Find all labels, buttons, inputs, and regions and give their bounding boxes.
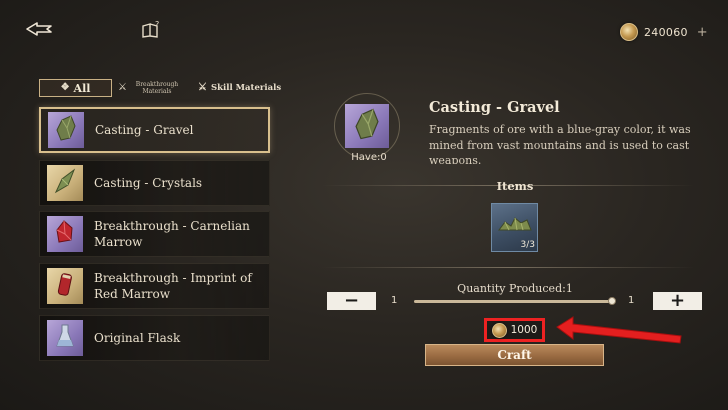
list-item-imprint-red-marrow[interactable]: Breakthrough - Imprint of Red Marrow	[39, 263, 270, 309]
decrease-quantity-button[interactable]: −	[327, 292, 376, 310]
list-item-label: Casting - Gravel	[95, 123, 194, 137]
diamond-icon: ❖	[60, 82, 70, 93]
tab-skill-label: Skill Materials	[210, 83, 282, 93]
item-thumbnail	[47, 320, 83, 356]
svg-text:?: ?	[155, 20, 159, 29]
item-thumbnail	[48, 112, 84, 148]
back-button[interactable]	[22, 20, 56, 42]
detail-title: Casting - Gravel	[429, 99, 560, 116]
divider	[322, 267, 694, 268]
tab-skill-materials[interactable]: ⚔ Skill Materials	[198, 79, 281, 97]
detail-description: Fragments of ore with a blue-gray color,…	[429, 123, 691, 164]
tab-all-label: All	[73, 81, 91, 95]
detail-thumbnail	[345, 104, 389, 148]
list-item-casting-crystals[interactable]: Casting - Crystals	[39, 160, 270, 206]
crystal-icon	[52, 167, 78, 199]
red-marrow-icon	[52, 270, 78, 302]
quantity-slider[interactable]	[414, 300, 612, 303]
quantity-max: 1	[628, 295, 635, 306]
tab-breakthrough-label: Breakthrough Materials	[135, 81, 179, 95]
item-thumbnail	[47, 165, 83, 201]
quantity-produced-label: Quantity Produced:1	[457, 282, 573, 295]
increase-quantity-button[interactable]: +	[653, 292, 702, 310]
crossed-swords-icon: ⚔	[198, 82, 207, 93]
tab-all[interactable]: ❖ All	[39, 79, 112, 97]
craft-cost-amount: 1000	[510, 324, 538, 336]
list-item-casting-gravel[interactable]: Casting - Gravel	[39, 107, 270, 153]
currency-amount: 240060	[644, 25, 688, 39]
detail-thumbnail-frame	[334, 93, 400, 159]
material-count: 3/3	[520, 240, 535, 250]
coin-icon	[491, 322, 507, 338]
gravel-icon	[53, 114, 79, 146]
craft-button-label: Craft	[497, 348, 532, 362]
crossed-swords-icon: ⚔	[118, 82, 127, 93]
help-button[interactable]: ?	[138, 20, 164, 44]
quantity-min: 1	[391, 295, 398, 306]
tab-breakthrough-materials[interactable]: ⚔ Breakthrough Materials	[118, 79, 192, 97]
annotation-arrow	[553, 314, 685, 350]
carnelian-icon	[52, 218, 78, 250]
owned-count: Have:0	[351, 152, 387, 163]
coin-icon	[620, 23, 638, 41]
list-item-original-flask[interactable]: Original Flask	[39, 315, 270, 361]
item-thumbnail	[47, 216, 83, 252]
item-thumbnail	[47, 268, 83, 304]
plus-icon: +	[669, 290, 686, 311]
list-item-carnelian-marrow[interactable]: Breakthrough - Carnelian Marrow	[39, 211, 270, 257]
flask-icon	[52, 322, 78, 354]
list-item-label: Breakthrough - Carnelian Marrow	[94, 219, 250, 249]
craft-cost: 1000	[484, 318, 545, 342]
list-item-label: Breakthrough - Imprint of Red Marrow	[94, 271, 252, 301]
gravel-pile-icon	[495, 204, 535, 240]
quantity-slider-handle[interactable]	[608, 297, 616, 305]
add-currency-button[interactable]: +	[697, 25, 708, 40]
list-item-label: Original Flask	[94, 331, 181, 345]
currency-display: 240060 +	[620, 22, 708, 42]
items-heading: Items	[496, 179, 534, 193]
gravel-icon	[351, 107, 383, 145]
list-item-label: Casting - Crystals	[94, 176, 203, 190]
back-arrow-icon	[25, 21, 53, 41]
help-book-icon: ?	[140, 20, 162, 44]
minus-icon: −	[343, 290, 360, 311]
